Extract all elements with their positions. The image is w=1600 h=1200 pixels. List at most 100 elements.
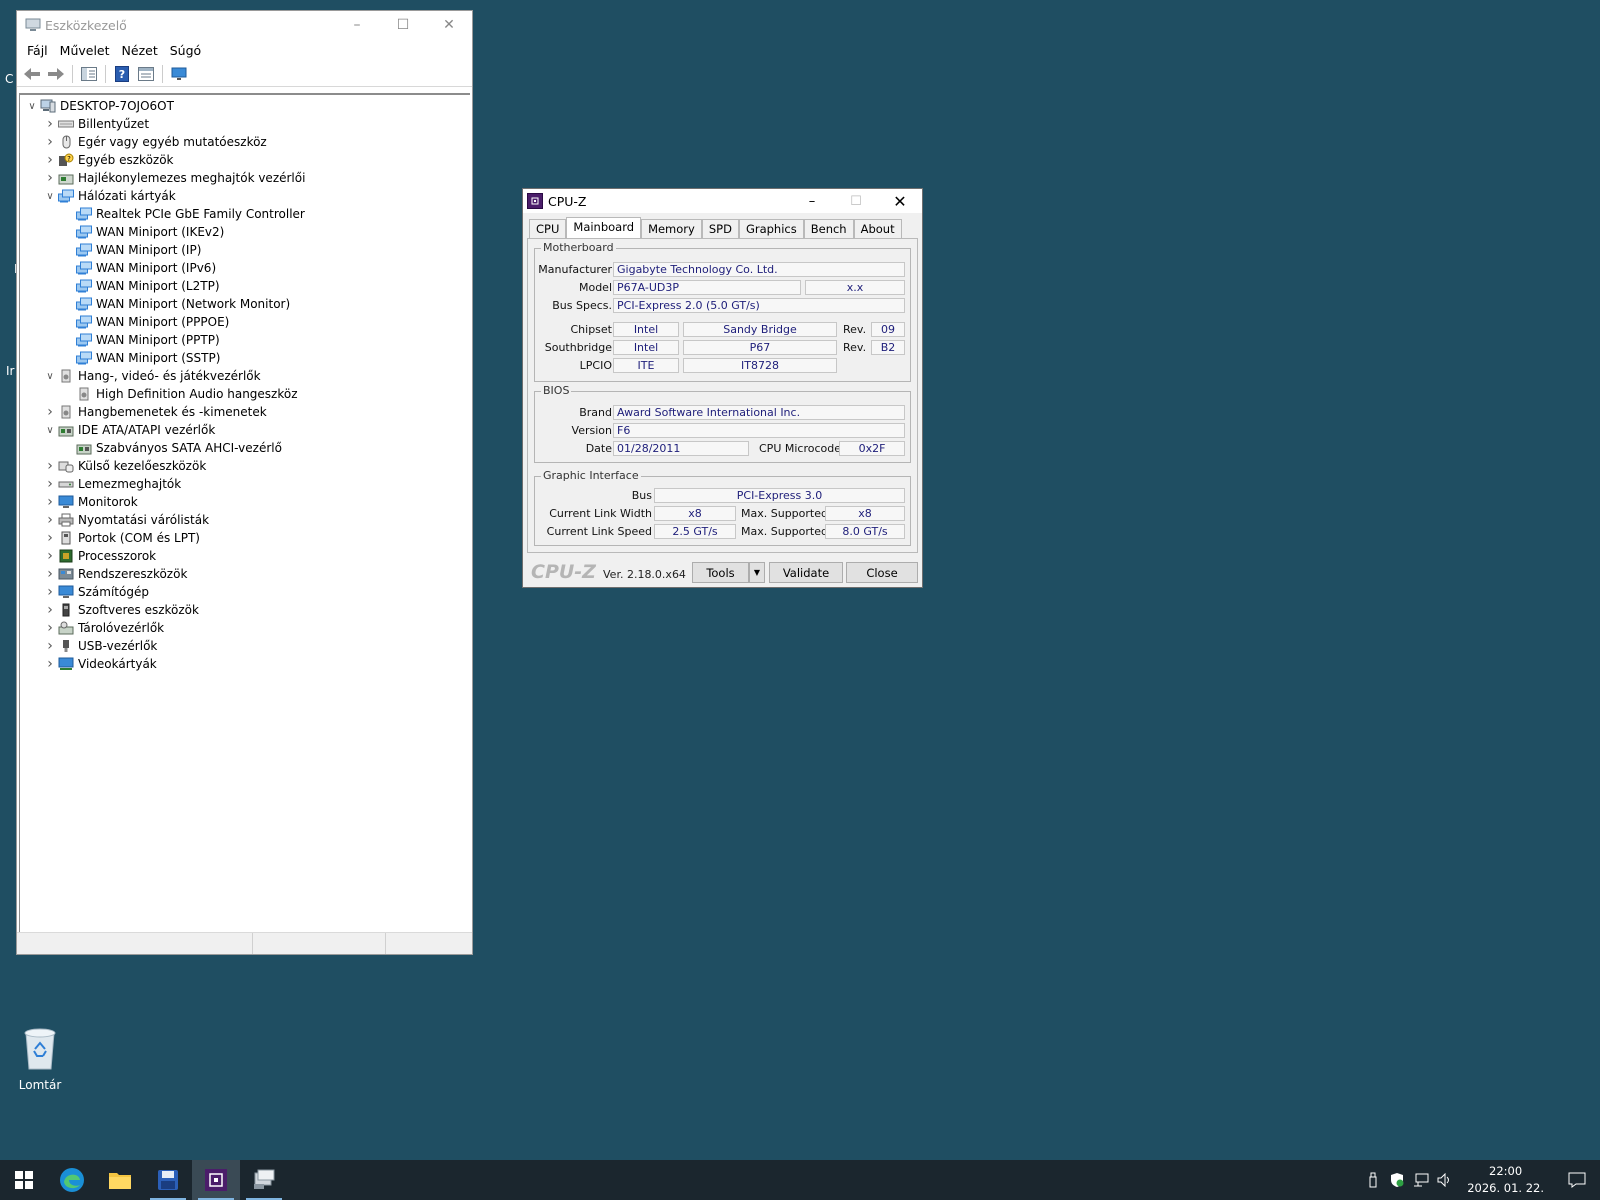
tree-device[interactable]: WAN Miniport (Network Monitor) (20, 295, 470, 313)
taskbar-edge[interactable] (48, 1160, 96, 1200)
expand-chevron-icon[interactable]: › (42, 620, 58, 636)
expand-chevron-icon[interactable]: › (42, 638, 58, 654)
tools-dropdown-arrow-icon[interactable]: ▼ (749, 562, 765, 583)
tree-device[interactable]: WAN Miniport (IP) (20, 241, 470, 259)
tree-device[interactable]: WAN Miniport (IPv6) (20, 259, 470, 277)
gi-bus-label: Bus (631, 489, 652, 502)
expand-chevron-icon[interactable]: › (42, 170, 58, 186)
usb-eject-icon[interactable] (1361, 1160, 1385, 1200)
tools-button[interactable]: Tools (692, 562, 749, 583)
tree-device[interactable]: WAN Miniport (SSTP) (20, 349, 470, 367)
tree-category[interactable]: ›? Egyéb eszközök (20, 151, 470, 169)
menu-action[interactable]: Művelet (54, 41, 116, 60)
maximize-button[interactable]: ☐ (380, 11, 426, 39)
validate-button[interactable]: Validate (769, 562, 843, 583)
lpcio-vendor-field: ITE (613, 358, 679, 373)
collapse-chevron-icon[interactable]: ∨ (42, 368, 58, 384)
tree-category[interactable]: › Szoftveres eszközök (20, 601, 470, 619)
tree-device[interactable]: High Definition Audio hangeszköz (20, 385, 470, 403)
expand-chevron-icon[interactable]: › (42, 584, 58, 600)
tree-category[interactable]: ∨ IDE ATA/ATAPI vezérlők (20, 421, 470, 439)
expand-chevron-icon[interactable]: › (42, 404, 58, 420)
minimize-button[interactable]: – (334, 11, 380, 39)
tab-mainboard[interactable]: Mainboard (566, 217, 642, 238)
cpuz-close-button[interactable]: ✕ (878, 189, 922, 213)
tree-category[interactable]: › Hangbemenetek és -kimenetek (20, 403, 470, 421)
tab-bench[interactable]: Bench (803, 219, 854, 238)
speaker-icon (58, 369, 74, 383)
tree-category[interactable]: › Billentyűzet (20, 115, 470, 133)
tab-about[interactable]: About (853, 219, 902, 238)
tab-spd[interactable]: SPD (701, 219, 739, 238)
tree-root[interactable]: ∨ DESKTOP-7OJO6OT (20, 97, 470, 115)
expand-chevron-icon[interactable]: › (42, 530, 58, 546)
notification-center-button[interactable] (1554, 1160, 1600, 1200)
tree-category[interactable]: › Egér vagy egyéb mutatóeszköz (20, 133, 470, 151)
collapse-chevron-icon[interactable]: ∨ (42, 188, 58, 204)
taskbar-device-manager[interactable] (240, 1160, 288, 1200)
tree-category[interactable]: › USB-vezérlők (20, 637, 470, 655)
device-manager-titlebar[interactable]: Eszközkezelő – ☐ ✕ (17, 11, 472, 39)
collapse-chevron-icon[interactable]: ∨ (42, 422, 58, 438)
close-button[interactable]: ✕ (426, 11, 472, 39)
clock[interactable]: 22:00 2026. 01. 22. (1457, 1163, 1554, 1197)
show-hide-console-tree-icon[interactable] (78, 64, 100, 84)
taskbar-disk-app[interactable] (144, 1160, 192, 1200)
expand-chevron-icon[interactable]: › (42, 476, 58, 492)
taskbar-file-explorer[interactable] (96, 1160, 144, 1200)
tree-label: WAN Miniport (IP) (96, 243, 202, 257)
tree-device[interactable]: WAN Miniport (PPPOE) (20, 313, 470, 331)
menu-file[interactable]: Fájl (21, 41, 54, 60)
cpuz-titlebar[interactable]: CPU-Z – ☐ ✕ (523, 189, 922, 213)
tree-device[interactable]: WAN Miniport (PPTP) (20, 331, 470, 349)
tree-device[interactable]: WAN Miniport (L2TP) (20, 277, 470, 295)
properties-icon[interactable] (135, 64, 157, 84)
tree-category[interactable]: ∨ Hálózati kártyák (20, 187, 470, 205)
tree-device[interactable]: WAN Miniport (IKEv2) (20, 223, 470, 241)
tab-memory[interactable]: Memory (641, 219, 702, 238)
collapse-chevron-icon[interactable]: ∨ (24, 98, 40, 114)
expand-chevron-icon[interactable]: › (42, 116, 58, 132)
tree-category[interactable]: › Hajlékonylemezes meghajtók vezérlői (20, 169, 470, 187)
tree-category[interactable]: ∨ Hang-, videó- és játékvezérlők (20, 367, 470, 385)
expand-chevron-icon[interactable]: › (42, 602, 58, 618)
tab-cpu[interactable]: CPU (529, 219, 567, 238)
network-icon[interactable] (1409, 1160, 1433, 1200)
tree-category[interactable]: › Portok (COM és LPT) (20, 529, 470, 547)
tree-device[interactable]: Szabványos SATA AHCI-vezérlő (20, 439, 470, 457)
tree-category[interactable]: › Tárolóvezérlők (20, 619, 470, 637)
back-arrow-icon[interactable] (21, 64, 43, 84)
taskbar-cpuz[interactable] (192, 1160, 240, 1200)
close-dialog-button[interactable]: Close (846, 562, 918, 583)
menu-help[interactable]: Súgó (164, 41, 207, 60)
tree-category[interactable]: › Számítógép (20, 583, 470, 601)
expand-chevron-icon[interactable]: › (42, 134, 58, 150)
forward-arrow-icon[interactable] (45, 64, 67, 84)
tree-category[interactable]: › Monitorok (20, 493, 470, 511)
expand-chevron-icon[interactable]: › (42, 458, 58, 474)
tree-category[interactable]: › Lemezmeghajtók (20, 475, 470, 493)
security-shield-icon[interactable] (1385, 1160, 1409, 1200)
expand-chevron-icon[interactable]: › (42, 494, 58, 510)
expand-chevron-icon[interactable]: › (42, 152, 58, 168)
expand-chevron-icon[interactable]: › (42, 512, 58, 528)
tree-category[interactable]: › Külső kezelőeszközök (20, 457, 470, 475)
tree-category[interactable]: › Rendszereszközök (20, 565, 470, 583)
cpuz-icon (205, 1169, 227, 1191)
tree-category[interactable]: › Processzorok (20, 547, 470, 565)
tree-category[interactable]: › Videokártyák (20, 655, 470, 673)
cpuz-minimize-button[interactable]: – (790, 189, 834, 213)
expand-chevron-icon[interactable]: › (42, 566, 58, 582)
cpu-microcode-label: CPU Microcode (759, 442, 841, 455)
tree-category[interactable]: › Nyomtatási várólisták (20, 511, 470, 529)
start-button[interactable] (0, 1160, 48, 1200)
tree-device[interactable]: Realtek PCIe GbE Family Controller (20, 205, 470, 223)
tab-graphics[interactable]: Graphics (738, 219, 804, 238)
menu-view[interactable]: Nézet (116, 41, 164, 60)
help-icon[interactable]: ? (111, 64, 133, 84)
expand-chevron-icon[interactable]: › (42, 548, 58, 564)
recycle-bin-shortcut[interactable]: Lomtár (10, 1025, 70, 1092)
scan-hardware-changes-icon[interactable] (168, 64, 190, 84)
volume-icon[interactable] (1433, 1160, 1457, 1200)
expand-chevron-icon[interactable]: › (42, 656, 58, 672)
